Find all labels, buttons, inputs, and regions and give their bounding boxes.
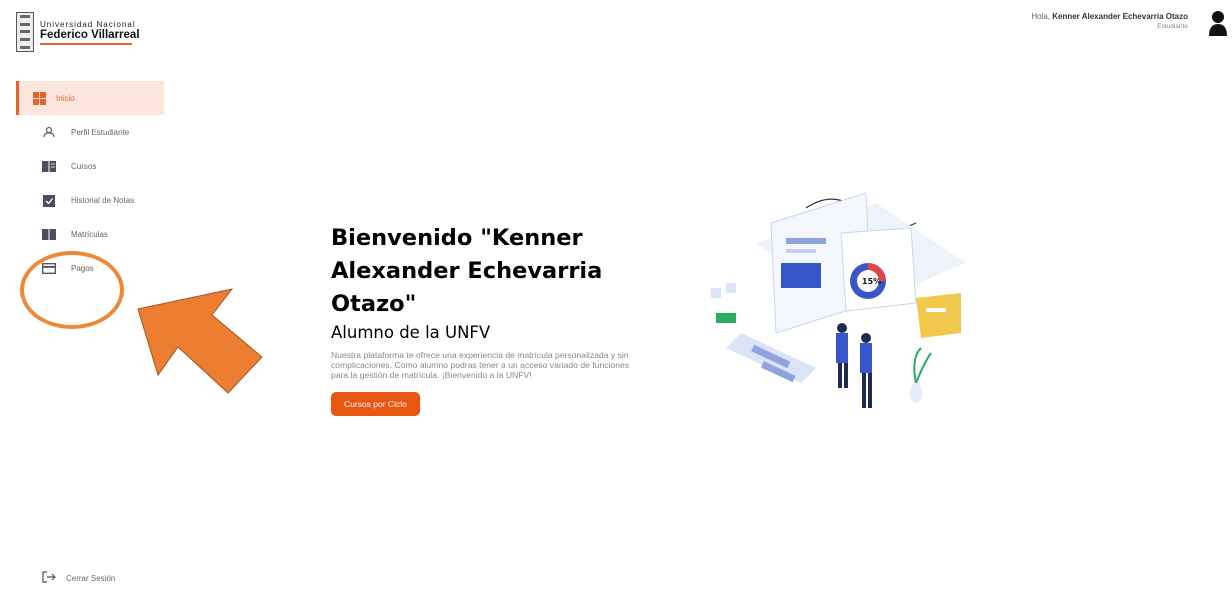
dashboard-illustration: 15% [711, 192, 966, 408]
clipboard-check-icon [42, 193, 56, 207]
sidebar-item-perfil[interactable]: Perfil Estudiante [16, 115, 164, 149]
sidebar-item-label: Inicio [56, 93, 75, 103]
welcome-description: Nuestra plataforma te ofrece una experie… [331, 350, 630, 380]
logout-icon [42, 571, 56, 585]
logo-line-1: Universidad Nacional [40, 19, 136, 29]
sidebar-item-label: Perfil Estudiante [71, 127, 130, 137]
user-icon[interactable] [1208, 10, 1228, 38]
sidebar-item-label: Historial de Notas [71, 195, 135, 205]
greeting: Hola, [1031, 12, 1050, 21]
welcome-section: Bienvenido "Kenner Alexander Echevarria … [331, 222, 651, 416]
user-info: Hola, Kenner Alexander Echevarria Otazo … [1031, 12, 1188, 32]
grid-icon [32, 91, 46, 105]
sidebar-item-cursos[interactable]: Cursos [16, 149, 164, 183]
sidebar-item-label: Matrículas [71, 229, 108, 239]
logout-button[interactable]: Cerrar Sesión [42, 571, 115, 585]
highlight-circle [20, 251, 124, 329]
book-icon [42, 227, 56, 241]
university-seal [16, 12, 34, 52]
logo-underline [40, 42, 132, 45]
page-subtitle: Alumno de la UNFV [331, 323, 491, 342]
sidebar-item-matriculas[interactable]: Matrículas [16, 217, 164, 251]
logout-label: Cerrar Sesión [66, 573, 116, 583]
user-icon [42, 125, 56, 139]
sidebar-item-historial[interactable]: Historial de Notas [16, 183, 164, 217]
cursos-por-ciclo-button[interactable]: Cursos por Ciclo [331, 392, 420, 416]
book-icon [42, 159, 56, 173]
page-title: Bienvenido "Kenner Alexander Echevarria … [331, 225, 603, 317]
illustration-value: 15% [862, 277, 881, 286]
logo-line-2: Federico Villarreal [40, 28, 140, 41]
user-name: Kenner Alexander Echevarria Otazo [1052, 12, 1188, 21]
sidebar-item-label: Cursos [71, 161, 97, 171]
university-logo: Universidad Nacional Federico Villarreal [16, 12, 140, 52]
user-role: Estudiante [1157, 23, 1188, 30]
pointer-arrow-icon [137, 288, 263, 394]
sidebar-item-inicio[interactable]: Inicio [16, 81, 164, 115]
